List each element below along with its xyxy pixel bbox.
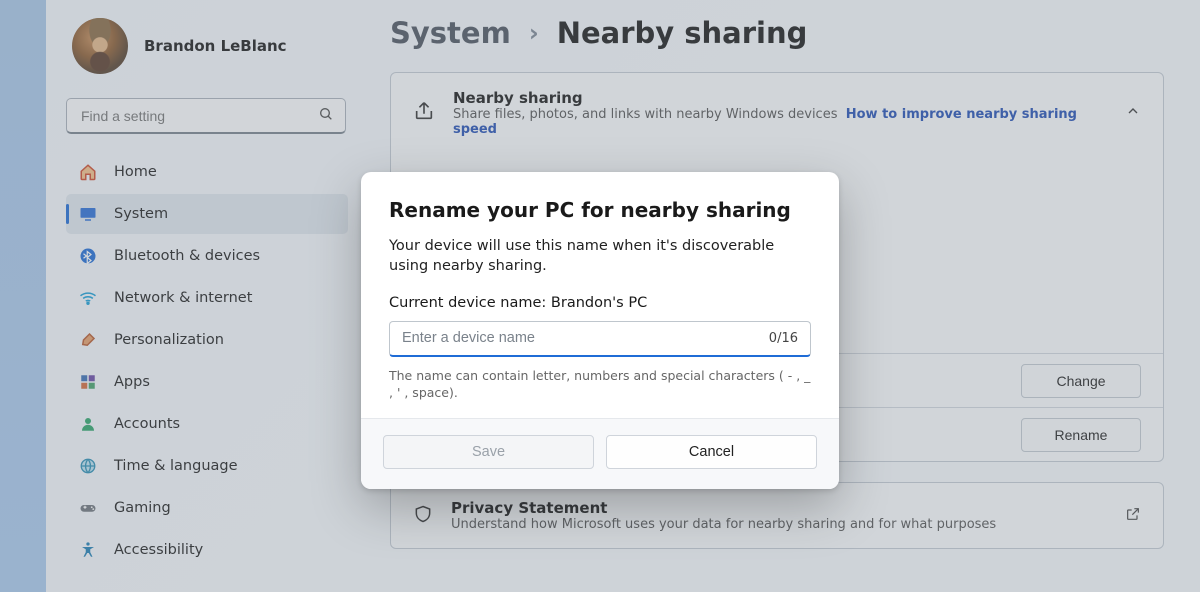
chevron-right-icon: › <box>529 19 539 47</box>
dialog-current-name: Current device name: Brandon's PC <box>389 295 811 311</box>
sidebar-item-label: Network & internet <box>114 290 252 306</box>
accessibility-icon <box>78 541 98 559</box>
sidebar-item-label: Time & language <box>114 458 238 474</box>
dialog-footer: Save Cancel <box>361 418 839 489</box>
apps-icon <box>78 373 98 391</box>
save-button[interactable]: Save <box>383 435 594 469</box>
sidebar-item-accounts[interactable]: Accounts <box>66 404 348 444</box>
sidebar-item-bluetooth[interactable]: Bluetooth & devices <box>66 236 348 276</box>
sidebar-item-label: Personalization <box>114 332 224 348</box>
sidebar-item-accessibility[interactable]: Accessibility <box>66 530 348 570</box>
privacy-title: Privacy Statement <box>451 499 996 517</box>
brush-icon <box>78 331 98 349</box>
avatar <box>72 18 128 74</box>
person-icon <box>78 415 98 433</box>
sidebar-item-label: Bluetooth & devices <box>114 248 260 264</box>
wifi-icon <box>78 289 98 307</box>
sidebar-item-label: Apps <box>114 374 150 390</box>
gamepad-icon <box>78 499 98 517</box>
privacy-desc: Understand how Microsoft uses your data … <box>451 517 996 532</box>
bluetooth-icon <box>78 247 98 265</box>
change-button[interactable]: Change <box>1021 364 1141 398</box>
sidebar-item-apps[interactable]: Apps <box>66 362 348 402</box>
card-desc: Share files, photos, and links with near… <box>453 107 1107 137</box>
sidebar-item-time[interactable]: Time & language <box>66 446 348 486</box>
breadcrumb-parent[interactable]: System <box>390 16 511 50</box>
card-title: Nearby sharing <box>453 89 1107 107</box>
sidebar-item-system[interactable]: System <box>66 194 348 234</box>
system-icon <box>78 205 98 223</box>
nav: Home System Bluetooth & devices Network … <box>66 152 348 570</box>
window-left-margin <box>0 0 46 592</box>
shield-icon <box>413 504 433 528</box>
sidebar-item-label: System <box>114 206 168 222</box>
breadcrumb: System › Nearby sharing <box>390 16 1164 50</box>
sidebar-item-home[interactable]: Home <box>66 152 348 192</box>
user-header[interactable]: Brandon LeBlanc <box>66 12 352 92</box>
home-icon <box>78 163 98 181</box>
char-counter: 0/16 <box>769 331 798 346</box>
sidebar-item-personalization[interactable]: Personalization <box>66 320 348 360</box>
chevron-up-icon[interactable] <box>1125 103 1141 123</box>
search-input[interactable] <box>66 98 346 134</box>
sidebar-item-label: Accounts <box>114 416 180 432</box>
sidebar-item-gaming[interactable]: Gaming <box>66 488 348 528</box>
dialog-hint: The name can contain letter, numbers and… <box>389 367 811 402</box>
sidebar-item-label: Gaming <box>114 500 171 516</box>
dialog-subtitle: Your device will use this name when it's… <box>389 236 811 277</box>
cancel-button[interactable]: Cancel <box>606 435 817 469</box>
search-icon <box>318 106 334 126</box>
device-name-field[interactable]: 0/16 <box>389 321 811 357</box>
sidebar-item-label: Home <box>114 164 157 180</box>
sidebar-item-network[interactable]: Network & internet <box>66 278 348 318</box>
sidebar-item-label: Accessibility <box>114 542 203 558</box>
user-name: Brandon LeBlanc <box>144 37 287 55</box>
card-header[interactable]: Nearby sharing Share files, photos, and … <box>391 73 1163 153</box>
device-name-input[interactable] <box>402 330 769 346</box>
rename-button[interactable]: Rename <box>1021 418 1141 452</box>
privacy-row[interactable]: Privacy Statement Understand how Microso… <box>390 482 1164 549</box>
globe-icon <box>78 457 98 475</box>
dialog-title: Rename your PC for nearby sharing <box>389 198 811 222</box>
sidebar: Brandon LeBlanc Home System <box>46 0 362 592</box>
share-icon <box>413 100 435 126</box>
open-external-icon <box>1125 506 1141 526</box>
rename-dialog: Rename your PC for nearby sharing Your d… <box>361 172 839 489</box>
page-title: Nearby sharing <box>557 16 808 50</box>
search-field[interactable] <box>66 98 346 134</box>
